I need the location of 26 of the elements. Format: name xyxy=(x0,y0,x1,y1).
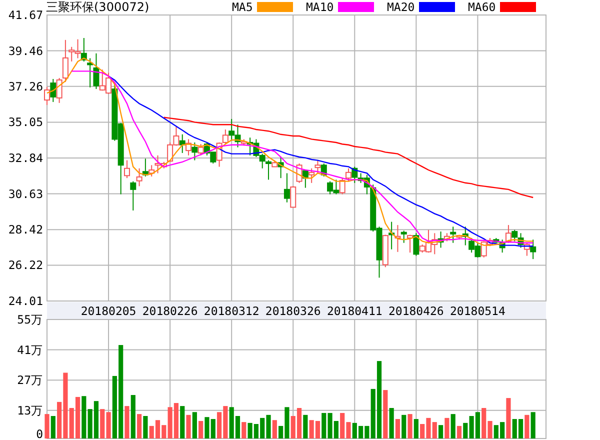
date-label: 20180426 xyxy=(388,304,444,318)
price-axis-label: 28.42 xyxy=(8,222,43,237)
volume-axis-label: 41万 xyxy=(17,342,43,357)
date-label: 20180326 xyxy=(265,304,321,318)
price-axis-label: 35.05 xyxy=(8,115,43,130)
date-label: 20180226 xyxy=(142,304,198,318)
volume-axis-label: 27万 xyxy=(17,373,43,388)
legend-label: MA20 xyxy=(387,0,415,14)
stock-title: 三聚环保(300072) xyxy=(46,0,150,14)
price-axis-label: 26.22 xyxy=(8,258,43,272)
price-axis-label: 30.63 xyxy=(8,186,43,201)
date-label: 20180312 xyxy=(204,304,260,318)
price-axis-label: 24.01 xyxy=(8,294,43,308)
price-axis-label: 37.26 xyxy=(8,79,43,94)
price-axis-label: 32.84 xyxy=(8,151,43,165)
legend-label: MA10 xyxy=(306,0,334,14)
date-label: 20180411 xyxy=(326,304,382,318)
date-label: 20180205 xyxy=(80,304,136,318)
volume-axis-label: 0 xyxy=(36,427,43,440)
price-axis-label: 41.67 xyxy=(8,8,43,22)
legend-label: MA5 xyxy=(232,0,253,14)
volume-axis-label: 13万 xyxy=(17,403,43,418)
legend-label: MA60 xyxy=(468,0,496,14)
date-label: 20180514 xyxy=(450,304,506,318)
volume-axis-label: 55万 xyxy=(17,312,43,326)
price-axis-label: 39.46 xyxy=(8,44,43,58)
